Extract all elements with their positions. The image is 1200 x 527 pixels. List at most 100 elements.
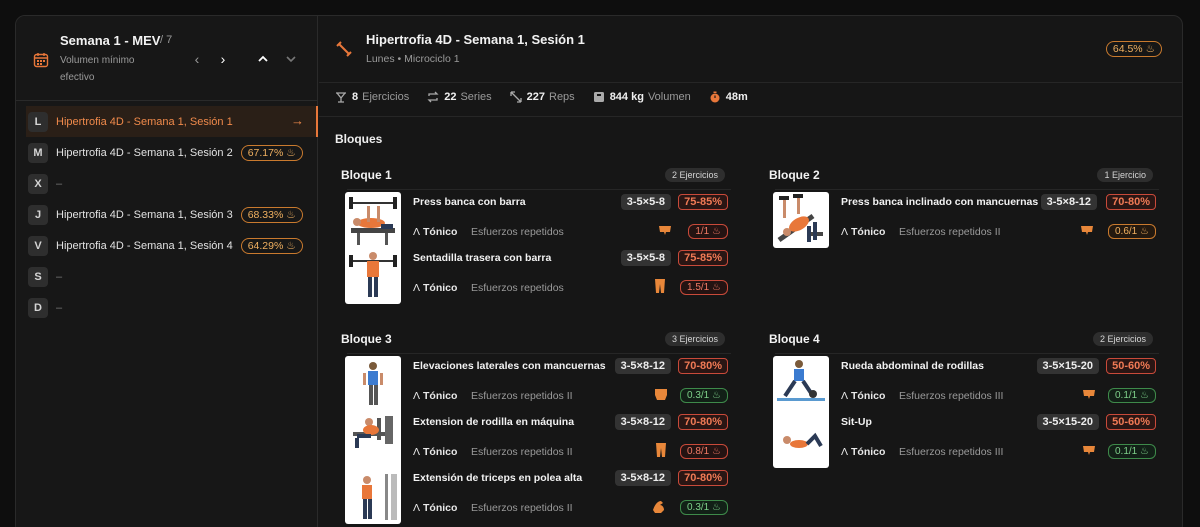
day-letter: J — [28, 204, 48, 225]
exercise-row[interactable]: Sentadilla trasera con barra 3-5×5-8 75-… — [413, 247, 731, 303]
tonic-icon: Λ — [841, 226, 849, 238]
exercise-images — [345, 356, 401, 524]
tonic-label: Tónico — [423, 282, 458, 294]
stat-value: 48m — [725, 91, 748, 103]
exercise-name: Rueda abdominal de rodillas — [841, 360, 984, 372]
method-label: Esfuerzos repetidos — [471, 282, 564, 294]
block-title: Bloque 2 — [769, 168, 820, 182]
tonic-label: Tónico — [423, 226, 458, 238]
day-session-name: Hipertrofia 4D - Semana 1, Sesión 3 — [56, 208, 233, 221]
tonic-icon: Λ — [413, 226, 421, 238]
chevron-down-icon[interactable] — [282, 50, 300, 68]
completion-value: 64.5% — [1112, 43, 1143, 55]
week-header: Semana 1 - MEV / 7 Volumen mínimo efecti… — [16, 16, 318, 101]
method-label: Esfuerzos repetidos III — [899, 390, 1004, 402]
completion-value: 68.33% — [247, 208, 284, 221]
stat-label: Ejercicios — [362, 91, 410, 103]
method-label: Esfuerzos repetidos — [471, 226, 564, 238]
flame-icon: ♨ — [1140, 390, 1149, 401]
tonic-label: Tónico — [851, 390, 886, 402]
flame-icon: ♨ — [1140, 446, 1149, 457]
rir-value: 0.1/1 — [1115, 390, 1138, 401]
exercise-icon — [336, 92, 346, 103]
stat-value: 844 kg — [609, 91, 644, 103]
intensity-badge: 50-60% — [1106, 358, 1156, 374]
intensity-badge: 70-80% — [1106, 194, 1156, 210]
block-exercise-count: 1 Ejercicio — [1097, 168, 1153, 182]
flame-icon: ♨ — [712, 502, 721, 513]
rir-badge: 0.1/1 ♨ — [1108, 444, 1156, 459]
sets-reps-scheme: 3-5×8-12 — [1040, 194, 1097, 210]
prev-week-button[interactable]: ‹ — [188, 50, 206, 68]
divider — [347, 353, 731, 354]
exercise-name: Extension de rodilla en máquina — [413, 416, 575, 428]
tonic-label: Tónico — [423, 502, 458, 514]
tonic-icon: Λ — [413, 502, 421, 514]
bench-press-illustration — [349, 197, 397, 297]
shoulder-icon — [655, 389, 667, 400]
day-item-friday[interactable]: V Hipertrofia 4D - Semana 1, Sesión 4 64… — [26, 230, 318, 261]
exercise-row[interactable]: Elevaciones laterales con mancuernas 3-5… — [413, 355, 731, 411]
tonic-tag: Λ Tónico — [841, 390, 885, 402]
method-label: Esfuerzos repetidos III — [899, 446, 1004, 458]
block-exercise-count: 2 Ejercicios — [664, 168, 725, 182]
completion-badge: 67.17% ♨ — [240, 144, 303, 161]
exercise-row[interactable]: Rueda abdominal de rodillas 3-5×15-20 50… — [841, 355, 1159, 411]
exercise-name: Extensión de triceps en polea alta — [413, 472, 583, 484]
app-window: Semana 1 - MEV / 7 Volumen mínimo efecti… — [15, 15, 1183, 527]
day-item-saturday[interactable]: S – — [26, 261, 318, 292]
block-card: Bloque 2 1 Ejercicio Press banca inclina… — [759, 168, 1159, 258]
day-item-wednesday[interactable]: X – — [26, 168, 318, 199]
exercise-images — [345, 192, 401, 304]
sets-reps-scheme: 3-5×8-12 — [614, 470, 671, 486]
chest-icon — [659, 226, 671, 235]
exercise-row[interactable]: Extensión de triceps en polea alta 3-5×8… — [413, 467, 731, 523]
tonic-tag: Λ Tónico — [413, 390, 457, 402]
exercise-row[interactable]: Press banca con barra 3-5×5-8 75-85% Λ Tó… — [413, 191, 731, 247]
block-exercise-count: 3 Ejercicios — [664, 332, 725, 346]
tonic-icon: Λ — [413, 390, 421, 402]
tonic-tag: Λ Tónico — [413, 282, 457, 294]
day-item-tuesday[interactable]: M Hipertrofia 4D - Semana 1, Sesión 2 67… — [26, 137, 318, 168]
flame-icon: ♨ — [712, 226, 721, 237]
chest-icon — [1081, 226, 1093, 235]
divider — [347, 189, 731, 190]
day-empty: – — [56, 177, 63, 190]
day-item-sunday[interactable]: D – — [26, 292, 318, 323]
chevron-up-icon[interactable] — [254, 50, 272, 68]
session-stats: 8 Ejercicios 22 Series 227 Reps 844 kg Volum… — [335, 91, 770, 103]
dumbbell-icon — [336, 41, 352, 57]
block-card: Bloque 1 2 Ejercicios Press banca con ba… — [331, 168, 731, 308]
weight-icon — [593, 92, 604, 102]
exercise-row[interactable]: Sit-Up 3-5×15-20 50-60% Λ Tónico Esfuerzo… — [841, 411, 1159, 467]
day-session-name: Hipertrofia 4D - Semana 1, Sesión 1 — [56, 115, 233, 128]
expand-icon — [509, 91, 522, 103]
block-card: Bloque 4 2 Ejercicios Rueda abdominal de… — [759, 332, 1159, 482]
exercise-name: Sentadilla trasera con barra — [413, 252, 552, 264]
exercise-name: Elevaciones laterales con mancuernas — [413, 360, 606, 372]
chest-icon — [1083, 390, 1095, 399]
flame-icon: ♨ — [712, 446, 721, 457]
week-count: / 7 — [160, 34, 173, 46]
exercise-row[interactable]: Press banca inclinado con mancuernas 3-5… — [841, 191, 1159, 247]
sets-reps-scheme: 3-5×15-20 — [1036, 358, 1099, 374]
day-item-thursday[interactable]: J Hipertrofia 4D - Semana 1, Sesión 3 68… — [26, 199, 318, 230]
flame-icon: ♨ — [286, 146, 296, 159]
sets-reps-scheme: 3-5×5-8 — [620, 194, 671, 210]
rir-value: 0.3/1 — [687, 390, 710, 401]
exercise-row[interactable]: Extension de rodilla en máquina 3-5×8-12… — [413, 411, 731, 467]
next-week-button[interactable]: › — [214, 50, 232, 68]
flame-icon: ♨ — [286, 208, 296, 221]
exercise-name: Press banca con barra — [413, 196, 526, 208]
sets-reps-scheme: 3-5×8-12 — [614, 414, 671, 430]
chest-icon — [1083, 446, 1095, 455]
day-item-monday[interactable]: L Hipertrofia 4D - Semana 1, Sesión 1 → — [26, 106, 318, 137]
completion-value: 64.29% — [247, 239, 284, 252]
tonic-tag: Λ Tónico — [413, 446, 457, 458]
block-title: Bloque 4 — [769, 332, 820, 346]
stat-duration: 48m — [709, 91, 752, 103]
flame-icon: ♨ — [1140, 226, 1149, 237]
incline-press-illustration — [777, 194, 823, 243]
tonic-icon: Λ — [841, 446, 849, 458]
session-header: Hipertrofia 4D - Semana 1, Sesión 1 Lune… — [319, 16, 1182, 83]
